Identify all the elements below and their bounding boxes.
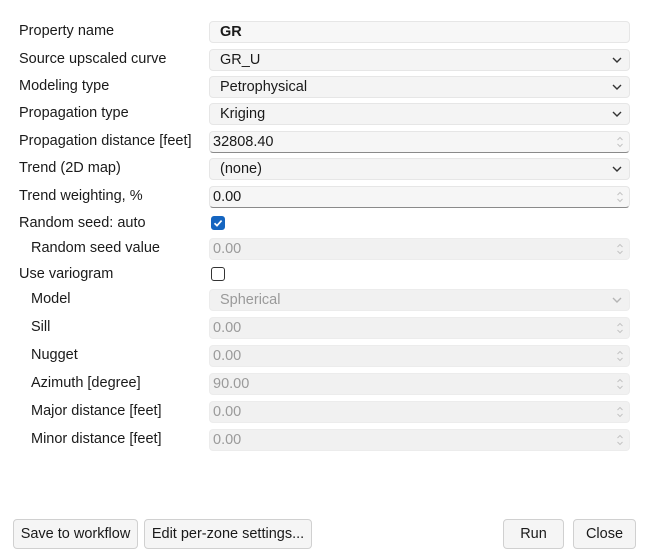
nugget-input: 0.00 (209, 345, 630, 367)
propagation-distance-input[interactable]: 32808.40 (209, 131, 630, 153)
minor-distance-label: Minor distance [feet] (31, 431, 162, 447)
spin-arrows-icon[interactable] (616, 190, 624, 204)
major-distance-value: 0.00 (213, 404, 242, 420)
spin-arrows-icon (616, 349, 624, 363)
model-select: Spherical (209, 289, 630, 311)
sill-value: 0.00 (213, 320, 242, 336)
chevron-down-icon (611, 163, 623, 175)
property-name-input[interactable]: GR (209, 21, 630, 43)
propagation-type-label: Propagation type (19, 105, 129, 121)
minor-distance-value: 0.00 (213, 432, 242, 448)
save-to-workflow-button[interactable]: Save to workflow (13, 519, 138, 549)
propagation-type-value: Kriging (220, 106, 266, 122)
chevron-down-icon (611, 54, 623, 66)
property-name-label: Property name (19, 23, 115, 39)
checkmark-icon (213, 220, 223, 227)
random-seed-value-label: Random seed value (31, 240, 160, 256)
model-label: Model (31, 291, 71, 307)
spin-arrows-icon (616, 405, 624, 419)
random-seed-value-input: 0.00 (209, 238, 630, 260)
edit-per-zone-settings-button[interactable]: Edit per-zone settings... (144, 519, 312, 549)
major-distance-input: 0.00 (209, 401, 630, 423)
sill-input: 0.00 (209, 317, 630, 339)
propagation-type-select[interactable]: Kriging (209, 103, 630, 125)
spin-arrows-icon[interactable] (616, 135, 624, 149)
run-button[interactable]: Run (503, 519, 564, 549)
nugget-label: Nugget (31, 347, 78, 363)
modeling-type-value: Petrophysical (220, 79, 308, 95)
property-name-value: GR (220, 24, 242, 40)
close-button[interactable]: Close (573, 519, 636, 549)
minor-distance-input: 0.00 (209, 429, 630, 451)
random-seed-auto-checkbox[interactable] (211, 216, 225, 230)
nugget-value: 0.00 (213, 348, 242, 364)
major-distance-label: Major distance [feet] (31, 403, 162, 419)
propagation-distance-label: Propagation distance [feet] (19, 133, 192, 149)
random-seed-auto-label: Random seed: auto (19, 215, 146, 231)
random-seed-value-value: 0.00 (213, 241, 242, 257)
modeling-type-select[interactable]: Petrophysical (209, 76, 630, 98)
spin-arrows-icon (616, 321, 624, 335)
modeling-type-label: Modeling type (19, 78, 110, 94)
source-curve-select[interactable]: GR_U (209, 49, 630, 71)
azimuth-label: Azimuth [degree] (31, 375, 141, 391)
spin-arrows-icon (616, 242, 624, 256)
source-curve-value: GR_U (220, 52, 261, 68)
source-curve-label: Source upscaled curve (19, 51, 167, 67)
use-variogram-checkbox[interactable] (211, 267, 225, 281)
chevron-down-icon (611, 108, 623, 120)
model-value: Spherical (220, 292, 281, 308)
chevron-down-icon (611, 81, 623, 93)
trend-value: (none) (220, 161, 262, 177)
trend-select[interactable]: (none) (209, 158, 630, 180)
trend-label: Trend (2D map) (19, 160, 121, 176)
azimuth-input: 90.00 (209, 373, 630, 395)
spin-arrows-icon (616, 377, 624, 391)
chevron-down-icon (611, 294, 623, 306)
spin-arrows-icon (616, 433, 624, 447)
trend-weighting-label: Trend weighting, % (19, 188, 143, 204)
use-variogram-label: Use variogram (19, 266, 114, 282)
azimuth-value: 90.00 (213, 376, 250, 392)
trend-weighting-input[interactable]: 0.00 (209, 186, 630, 208)
sill-label: Sill (31, 319, 51, 335)
trend-weighting-value: 0.00 (213, 189, 242, 205)
propagation-distance-value: 32808.40 (213, 134, 274, 150)
